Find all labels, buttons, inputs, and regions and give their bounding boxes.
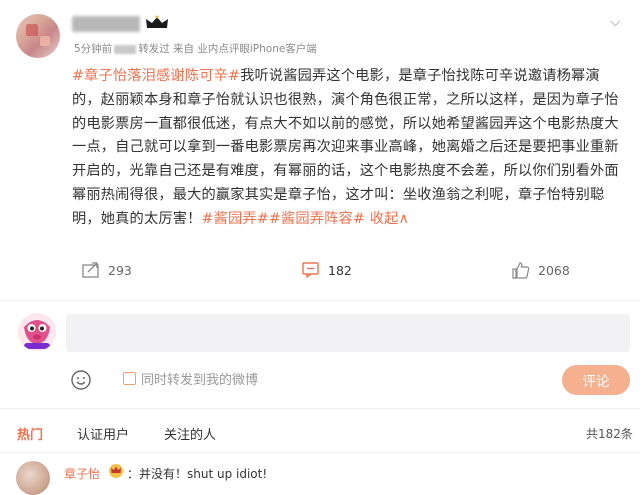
vip-crown-icon [146,15,168,28]
post-content: #章子怡落泪感谢陈可辛#我听说酱园弄这个电影，是章子怡找陈可辛说邀请杨幂演的，赵… [72,65,628,232]
repost-button[interactable]: 293 [82,262,132,278]
commenter-avatar[interactable] [16,461,50,495]
edited-label: 转发过 [138,43,170,55]
like-button[interactable]: 2068 [512,262,570,279]
tab-following[interactable]: 关注的人 [164,424,216,443]
collapse-link[interactable]: 收起∧ [370,211,409,227]
pink-mascot-icon [18,313,56,351]
comment-count: 共182条 [586,427,633,441]
post-time[interactable]: 5分钟前 [74,43,112,55]
crown-icon [109,464,123,478]
chevron-down-icon[interactable]: ⌵ [610,14,621,30]
divider [0,300,640,301]
blurred-meta [114,44,137,54]
emoji-icon[interactable] [70,369,92,391]
comment-icon [302,262,319,278]
author-avatar[interactable] [16,14,60,58]
thumbs-up-icon [512,262,530,279]
post-meta: 5分钟前 转发过 来自 业内点评眼iPhone客户端 [74,41,317,56]
tab-hot[interactable]: 热门 [17,424,43,443]
commenter-name[interactable]: 章子怡 [64,465,100,482]
comment-input[interactable] [66,314,630,352]
tab-verified-users[interactable]: 认证用户 [77,424,129,443]
post-text: 我听说酱园弄这个电影，是章子怡找陈可辛说邀请杨幂演的，赵丽颖本身和章子怡就认识也… [72,68,619,227]
hashtag-link[interactable]: #章子怡落泪感谢陈可辛# [72,68,240,84]
post-source[interactable]: 来自 业内点评眼iPhone客户端 [173,43,317,55]
forward-label[interactable]: 同时转发到我的微博 [141,369,258,388]
divider [0,408,640,409]
post-action-bar: 293 182 2068 [0,258,640,286]
hashtag-link[interactable]: #酱园弄# [202,211,269,227]
current-user-avatar[interactable] [18,313,56,351]
hashtag-link[interactable]: #酱园弄阵容# [269,211,365,227]
comment-button[interactable]: 182 [302,262,352,278]
comment-text: ：并没有！shut up idiot! [127,467,268,481]
submit-comment-button[interactable]: 评论 [562,365,630,395]
divider [0,452,640,453]
author-username[interactable] [72,16,140,32]
forward-checkbox[interactable] [123,372,136,385]
repost-icon [82,262,99,278]
